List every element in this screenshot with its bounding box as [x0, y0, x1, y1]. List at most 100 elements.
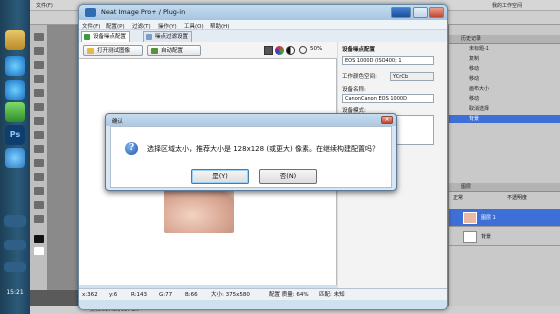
- menu-action[interactable]: 操作(Y): [158, 22, 177, 30]
- tray-icon[interactable]: [4, 240, 26, 250]
- color-channel-icon[interactable]: [275, 46, 284, 55]
- menu-profile[interactable]: 配置(P): [106, 22, 125, 30]
- color-space-value: YCrCb: [390, 72, 434, 81]
- crop-tool-icon[interactable]: [34, 75, 44, 83]
- lasso-tool-icon[interactable]: [34, 61, 44, 69]
- photoshop-panels: 历史记录 未标题-1 复制 移动 移动 画布大小 移动 取消选择 背景 图层 正…: [448, 25, 560, 306]
- button-label: 打开测试图像: [97, 48, 131, 54]
- windows-taskbar: Ps 15:21: [0, 0, 30, 314]
- dialog-titlebar[interactable]: 确认 ×: [106, 114, 396, 126]
- open-test-image-button[interactable]: 打开测试图像: [83, 45, 143, 56]
- shape-tool-icon[interactable]: [34, 187, 44, 195]
- ie-icon[interactable]: [5, 56, 25, 76]
- history-item-selected[interactable]: 背景: [449, 115, 560, 123]
- folder-icon[interactable]: [5, 30, 25, 50]
- neat-image-titlebar[interactable]: Neat Image Pro+ / Plug-in: [79, 5, 447, 20]
- zoom-icon[interactable]: [299, 46, 307, 54]
- status-match: 匹配: 未知: [319, 292, 345, 298]
- history-item[interactable]: 取消选择: [449, 105, 560, 113]
- menu-tools[interactable]: 工具(O): [184, 22, 204, 30]
- neat-image-statusbar: x:362 y:6 R:143 G:77 B:66 大小: 375x580 配置…: [79, 288, 447, 300]
- ie-icon[interactable]: [5, 80, 25, 100]
- tray-icon[interactable]: [4, 215, 26, 227]
- window-title: Neat Image Pro+ / Plug-in: [101, 8, 186, 16]
- history-item[interactable]: 复制: [449, 55, 560, 63]
- status-g: G:77: [159, 292, 173, 298]
- tab-label: 噪点过滤设置: [155, 34, 189, 40]
- dodge-tool-icon[interactable]: [34, 145, 44, 153]
- tab-device-noise-profile[interactable]: 设备噪点配置: [81, 31, 131, 42]
- auto-profile-icon: [151, 48, 158, 54]
- layer-thumbnail: [463, 231, 477, 243]
- button-label: 自动配置: [161, 48, 184, 54]
- camera-profile-field[interactable]: EOS 1000D (ISO400; 1: [342, 56, 434, 65]
- menu-filter[interactable]: 过滤(T): [132, 22, 151, 30]
- back-arrow-button[interactable]: [391, 7, 411, 18]
- device-name-value: CanonCanon EOS 1000D: [342, 94, 434, 103]
- device-name-label: 设备名称:: [342, 87, 366, 93]
- layer-name: 背景: [481, 234, 492, 240]
- marquee-tool-icon[interactable]: [34, 47, 44, 55]
- type-tool-icon[interactable]: [34, 173, 44, 181]
- pen-tool-icon[interactable]: [34, 159, 44, 167]
- move-tool-icon[interactable]: [34, 33, 44, 41]
- history-item[interactable]: 移动: [449, 65, 560, 73]
- confirm-dialog: 确认 × ? 选择区域太小，推荐大小是 128x128 (或更大) 像素。在继续…: [105, 113, 397, 191]
- history-item[interactable]: 移动: [449, 95, 560, 103]
- contrast-icon[interactable]: [286, 46, 295, 55]
- system-clock: 15:21: [6, 289, 24, 296]
- history-item[interactable]: 未标题-1: [449, 45, 560, 53]
- workspace-label[interactable]: 我的工作空间: [492, 2, 522, 9]
- question-icon: ?: [125, 142, 138, 155]
- blend-mode-select[interactable]: 正常: [453, 194, 463, 201]
- check-icon: [84, 34, 90, 40]
- eraser-tool-icon[interactable]: [34, 117, 44, 125]
- zoom-tool-icon[interactable]: [34, 215, 44, 223]
- layer-row-selected[interactable]: 图层 1: [449, 209, 560, 227]
- layer-thumbnail: [463, 212, 477, 224]
- neat-image-tabs: 设备噪点配置 噪点过滤设置: [79, 30, 447, 42]
- photoshop-toolbox: [30, 25, 48, 290]
- zoom-level[interactable]: 50%: [310, 46, 322, 52]
- color-space-label: 工作颜色空间:: [342, 74, 377, 80]
- menu-item[interactable]: 文件(F): [36, 2, 53, 9]
- gradient-tool-icon[interactable]: [34, 131, 44, 139]
- folder-icon: [87, 48, 94, 54]
- tray-icon[interactable]: [4, 262, 26, 272]
- history-item[interactable]: 移动: [449, 75, 560, 83]
- status-size: 大小: 375x580: [211, 292, 250, 298]
- filter-icon: [146, 34, 152, 40]
- status-y: y:6: [109, 292, 118, 298]
- close-button[interactable]: [429, 7, 444, 18]
- neat-image-menubar: 文件(F) 配置(P) 过滤(T) 操作(Y) 工具(O) 帮助(H): [79, 20, 447, 30]
- status-b: B:66: [185, 292, 198, 298]
- yes-button[interactable]: 是(Y): [191, 169, 249, 184]
- grid-view-icon[interactable]: [264, 46, 273, 55]
- menu-help[interactable]: 帮助(H): [210, 22, 229, 30]
- layer-row[interactable]: 背景: [449, 228, 560, 246]
- dialog-title: 确认: [112, 119, 124, 125]
- layers-panel-header[interactable]: 图层: [449, 183, 560, 192]
- dialog-message: 选择区域太小，推荐大小是 128x128 (或更大) 像素。在继续构建配置吗？: [147, 145, 380, 153]
- ie-icon[interactable]: [5, 148, 25, 168]
- photoshop-icon[interactable]: Ps: [5, 125, 25, 145]
- auto-profile-button[interactable]: 自动配置: [147, 45, 201, 56]
- status-r: R:143: [131, 292, 148, 298]
- status-profile-quality: 配置 质量: 64%: [269, 292, 309, 298]
- background-color-swatch[interactable]: [34, 247, 44, 255]
- stamp-tool-icon[interactable]: [34, 103, 44, 111]
- tab-label: 设备噪点配置: [93, 34, 127, 40]
- tab-noise-filter-settings[interactable]: 噪点过滤设置: [143, 31, 193, 42]
- brush-tool-icon[interactable]: [34, 89, 44, 97]
- shield-icon[interactable]: [5, 102, 25, 122]
- opacity-label: 不透明度: [507, 195, 528, 201]
- history-item[interactable]: 画布大小: [449, 85, 560, 93]
- dialog-close-button[interactable]: ×: [381, 116, 393, 124]
- maximize-button[interactable]: [413, 7, 428, 18]
- history-panel-header[interactable]: 历史记录: [449, 35, 560, 44]
- no-button[interactable]: 否(N): [259, 169, 317, 184]
- hand-tool-icon[interactable]: [34, 201, 44, 209]
- layer-name: 图层 1: [481, 215, 496, 221]
- foreground-color-swatch[interactable]: [34, 235, 44, 243]
- menu-file[interactable]: 文件(F): [82, 22, 100, 30]
